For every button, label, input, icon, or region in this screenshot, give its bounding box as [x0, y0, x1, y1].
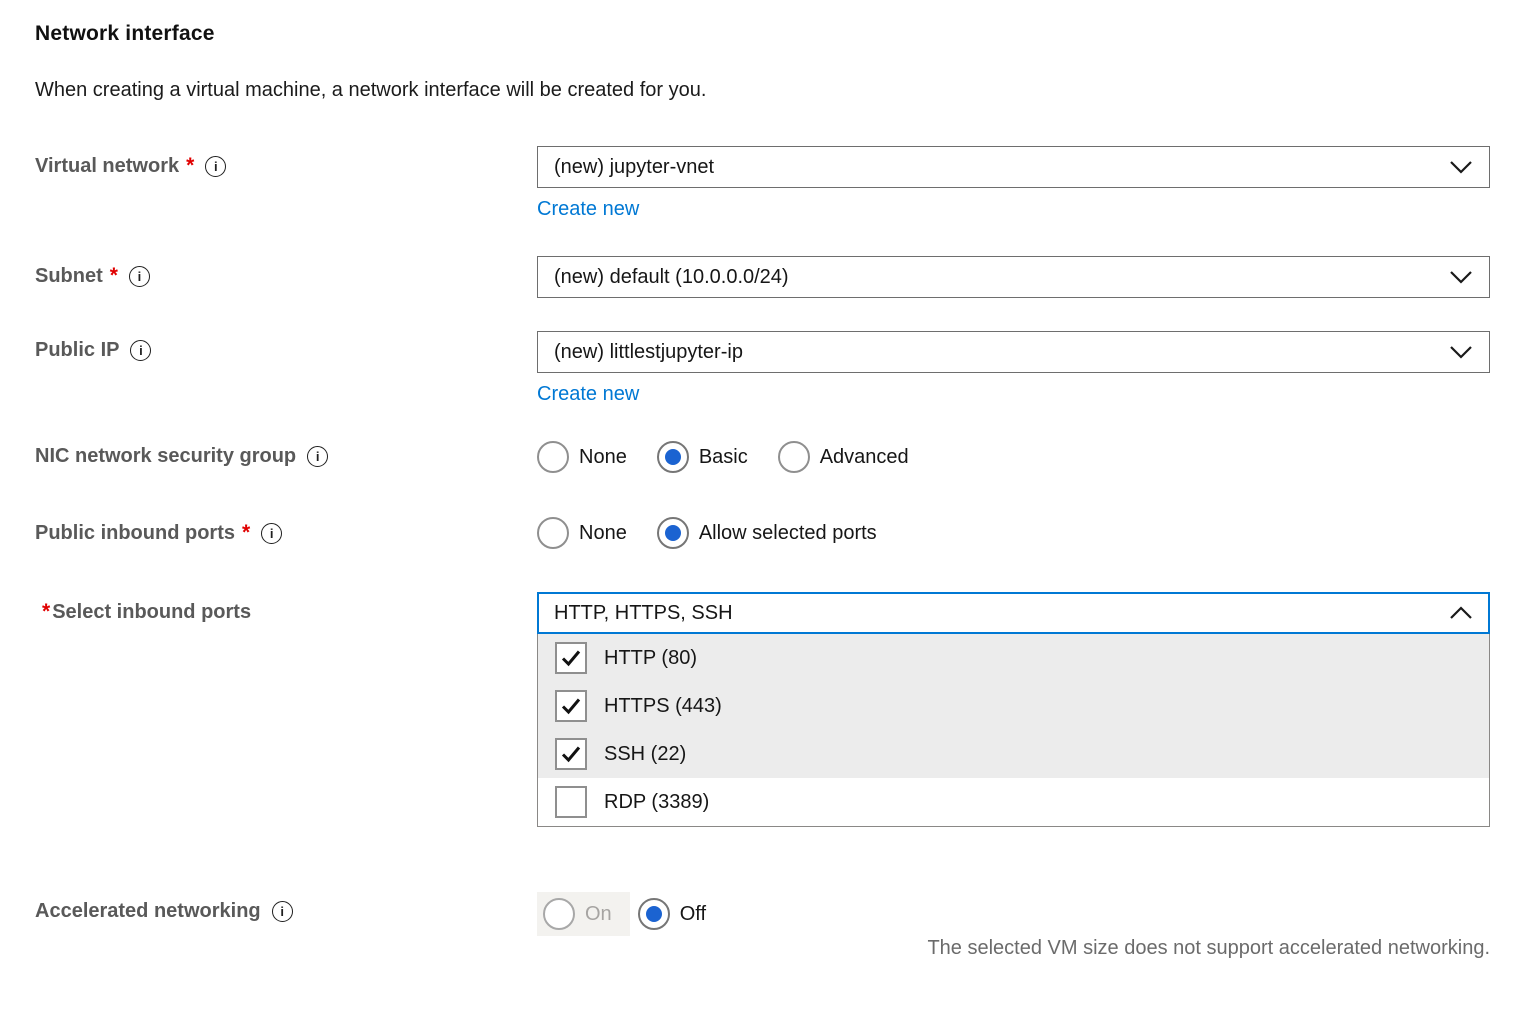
nic-nsg-option-none[interactable]: None	[537, 441, 627, 473]
accelerated-networking-row: Accelerated networking On Off	[35, 892, 1490, 936]
inbound-port-option-label: HTTPS (443)	[604, 695, 722, 718]
info-icon[interactable]	[272, 901, 293, 922]
public-inbound-ports-row: Public inbound ports None Allow selected…	[35, 517, 1490, 549]
nic-nsg-option-basic[interactable]: Basic	[657, 441, 748, 473]
inbound-port-option-ssh[interactable]: SSH (22)	[538, 730, 1489, 778]
chevron-down-icon	[1449, 160, 1473, 174]
accelerated-networking-toggle: On Off	[537, 892, 1490, 936]
radio-selected-icon	[638, 898, 670, 930]
toggle-on-label: On	[585, 903, 612, 926]
info-icon[interactable]	[205, 156, 226, 177]
inbound-port-option-https[interactable]: HTTPS (443)	[538, 682, 1489, 730]
public-inbound-ports-option-none[interactable]: None	[537, 517, 627, 549]
public-inbound-ports-radio-group: None Allow selected ports	[537, 517, 1490, 549]
public-inbound-ports-label-group: Public inbound ports	[35, 517, 537, 545]
accelerated-networking-off-option[interactable]: Off	[638, 892, 706, 936]
radio-unselected-icon	[537, 441, 569, 473]
inbound-port-option-label: RDP (3389)	[604, 791, 709, 814]
checkbox-checked-icon	[555, 642, 587, 674]
info-icon[interactable]	[129, 266, 150, 287]
radio-label: Advanced	[820, 446, 909, 469]
info-icon[interactable]	[307, 446, 328, 467]
inbound-ports-options-list: HTTP (80) HTTPS (443) SSH (22)	[537, 634, 1490, 827]
network-interface-form: Virtual network (new) jupyter-vnet Creat…	[35, 146, 1490, 960]
nic-nsg-label: NIC network security group	[35, 445, 296, 468]
required-asterisk	[242, 521, 250, 545]
virtual-network-label: Virtual network	[35, 155, 179, 178]
virtual-network-label-group: Virtual network	[35, 146, 537, 178]
nic-nsg-radio-group: None Basic Advanced	[537, 441, 1490, 473]
accelerated-networking-control: On Off	[537, 892, 1490, 936]
info-icon[interactable]	[130, 340, 151, 361]
public-inbound-ports-option-allow-selected[interactable]: Allow selected ports	[657, 517, 877, 549]
accelerated-networking-note-row: The selected VM size does not support ac…	[35, 937, 1490, 960]
checkbox-unchecked-icon	[555, 786, 587, 818]
select-inbound-ports-field[interactable]: HTTP, HTTPS, SSH	[537, 592, 1490, 634]
checkbox-checked-icon	[555, 738, 587, 770]
select-inbound-ports-label-group: Select inbound ports	[35, 592, 537, 624]
radio-unselected-icon	[778, 441, 810, 473]
radio-label: Allow selected ports	[699, 522, 877, 545]
subnet-value: (new) default (10.0.0.0/24)	[554, 266, 789, 289]
radio-unselected-icon	[537, 517, 569, 549]
radio-selected-icon	[657, 517, 689, 549]
network-interface-section: Network interface When creating a virtua…	[0, 0, 1532, 960]
virtual-network-control: (new) jupyter-vnet Create new	[537, 146, 1490, 221]
virtual-network-create-new-link[interactable]: Create new	[537, 198, 639, 221]
select-inbound-ports-value: HTTP, HTTPS, SSH	[554, 602, 733, 625]
chevron-up-icon	[1449, 606, 1473, 620]
public-ip-dropdown[interactable]: (new) littlestjupyter-ip	[537, 331, 1490, 373]
chevron-down-icon	[1449, 345, 1473, 359]
radio-selected-icon	[657, 441, 689, 473]
subnet-label-group: Subnet	[35, 256, 537, 288]
virtual-network-dropdown[interactable]: (new) jupyter-vnet	[537, 146, 1490, 188]
subnet-label: Subnet	[35, 265, 103, 288]
radio-label: None	[579, 522, 627, 545]
radio-disabled-icon	[543, 898, 575, 930]
chevron-down-icon	[1449, 270, 1473, 284]
nic-nsg-row: NIC network security group None Basic	[35, 441, 1490, 473]
inbound-port-option-rdp[interactable]: RDP (3389)	[538, 778, 1489, 826]
inbound-port-option-label: SSH (22)	[604, 743, 686, 766]
inbound-port-option-http[interactable]: HTTP (80)	[538, 634, 1489, 682]
public-ip-row: Public IP (new) littlestjupyter-ip Creat…	[35, 331, 1490, 406]
select-inbound-ports-label: Select inbound ports	[52, 601, 251, 624]
accelerated-networking-on-option: On	[537, 892, 630, 936]
subnet-dropdown[interactable]: (new) default (10.0.0.0/24)	[537, 256, 1490, 298]
checkbox-checked-icon	[555, 690, 587, 722]
nic-nsg-control: None Basic Advanced	[537, 441, 1490, 473]
public-ip-label-group: Public IP	[35, 331, 537, 362]
radio-label: Basic	[699, 446, 748, 469]
nic-nsg-option-advanced[interactable]: Advanced	[778, 441, 909, 473]
virtual-network-value: (new) jupyter-vnet	[554, 156, 714, 179]
inbound-port-option-label: HTTP (80)	[604, 647, 697, 670]
page-title: Network interface	[35, 22, 1490, 46]
select-inbound-ports-row: Select inbound ports HTTP, HTTPS, SSH HT…	[35, 592, 1490, 827]
required-asterisk	[110, 264, 118, 288]
public-inbound-ports-label: Public inbound ports	[35, 522, 235, 545]
subnet-control: (new) default (10.0.0.0/24)	[537, 256, 1490, 298]
required-asterisk	[42, 600, 50, 624]
nic-nsg-label-group: NIC network security group	[35, 441, 537, 468]
public-ip-label: Public IP	[35, 339, 119, 362]
public-ip-create-new-link[interactable]: Create new	[537, 383, 639, 406]
accelerated-networking-label-group: Accelerated networking	[35, 892, 537, 923]
public-ip-value: (new) littlestjupyter-ip	[554, 341, 743, 364]
subnet-row: Subnet (new) default (10.0.0.0/24)	[35, 256, 1490, 298]
public-inbound-ports-control: None Allow selected ports	[537, 517, 1490, 549]
info-icon[interactable]	[261, 523, 282, 544]
virtual-network-row: Virtual network (new) jupyter-vnet Creat…	[35, 146, 1490, 221]
required-asterisk	[186, 154, 194, 178]
accelerated-networking-note: The selected VM size does not support ac…	[927, 937, 1490, 959]
radio-label: None	[579, 446, 627, 469]
toggle-off-label: Off	[680, 903, 706, 926]
public-ip-control: (new) littlestjupyter-ip Create new	[537, 331, 1490, 406]
section-description: When creating a virtual machine, a netwo…	[35, 79, 1490, 102]
accelerated-networking-label: Accelerated networking	[35, 900, 261, 923]
select-inbound-ports-control: HTTP, HTTPS, SSH HTTP (80)	[537, 592, 1490, 827]
